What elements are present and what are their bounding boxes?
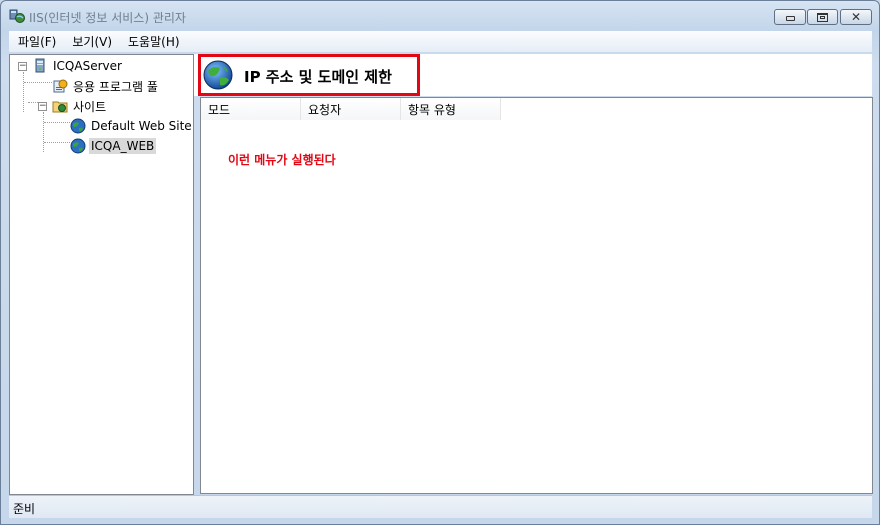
tree-line [44, 122, 70, 123]
status-bar: 준비 [9, 495, 872, 518]
collapse-server-toggle[interactable]: − [18, 62, 27, 71]
tree-label-server: ICQAServer [53, 59, 122, 73]
feature-header: IP 주소 및 도메인 제한 [194, 54, 872, 96]
maximize-icon [817, 12, 828, 22]
list-header: 모드 요청자 항목 유형 [201, 98, 872, 120]
tree-item-sites[interactable]: 사이트 [52, 97, 108, 115]
menu-file[interactable]: 파일(F) [11, 33, 63, 50]
tree-item-server[interactable]: ICQAServer [32, 57, 124, 75]
annotation-text: 이런 메뉴가 실행된다 [228, 153, 336, 167]
tree-label-app-pool: 응용 프로그램 풀 [73, 79, 158, 94]
tree-item-app-pool[interactable]: 응용 프로그램 풀 [52, 77, 160, 95]
column-header-mode[interactable]: 모드 [201, 98, 301, 120]
globe-icon [203, 60, 233, 90]
status-text: 준비 [13, 502, 36, 516]
close-button[interactable]: ✕ [840, 9, 872, 25]
feature-title: IP 주소 및 도메인 제한 [244, 68, 392, 86]
collapse-sites-toggle[interactable]: − [38, 102, 47, 111]
tree-line [23, 72, 24, 112]
maximize-button[interactable] [807, 9, 838, 25]
globe-icon [70, 138, 86, 154]
close-icon: ✕ [850, 10, 862, 24]
tree-label-sites: 사이트 [73, 99, 107, 114]
column-header-requester[interactable]: 요청자 [301, 98, 401, 120]
tree-label-icqa-web: ICQA_WEB [89, 138, 157, 154]
restrictions-list[interactable]: 모드 요청자 항목 유형 이런 메뉴가 실행된다 [200, 97, 873, 494]
minimize-button[interactable] [774, 9, 806, 25]
tree-item-icqa-web[interactable]: ICQA_WEB [70, 137, 157, 155]
menu-view[interactable]: 보기(V) [65, 33, 119, 50]
connections-tree[interactable]: − ICQAServer 응용 프로그램 풀 − 사이트 Default Web… [9, 54, 194, 495]
column-header-entry-type[interactable]: 항목 유형 [401, 98, 501, 120]
menu-bar: 파일(F) 보기(V) 도움말(H) [9, 31, 872, 52]
globe-icon [70, 118, 86, 134]
title-bar[interactable]: IIS(인터넷 정보 서비스) 관리자 ✕ [1, 1, 879, 31]
iis-manager-icon [9, 9, 25, 23]
sites-folder-icon [52, 101, 68, 113]
server-icon [35, 58, 45, 73]
app-window: IIS(인터넷 정보 서비스) 관리자 ✕ 파일(F) 보기(V) 도움말(H)… [0, 0, 880, 525]
app-pool-icon [53, 79, 68, 93]
tree-item-default-web-site[interactable]: Default Web Site [70, 117, 193, 135]
tree-line [43, 112, 44, 152]
window-title: IIS(인터넷 정보 서비스) 관리자 [29, 11, 186, 25]
menu-help[interactable]: 도움말(H) [121, 33, 187, 50]
tree-label-default-web-site: Default Web Site [91, 119, 192, 133]
tree-line [44, 142, 70, 143]
tree-line [24, 82, 52, 83]
tree-line [28, 102, 38, 103]
minimize-icon [785, 16, 795, 21]
